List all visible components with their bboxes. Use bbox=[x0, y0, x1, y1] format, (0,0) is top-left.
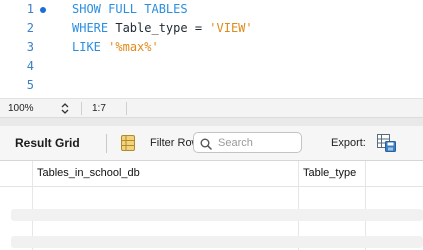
code-line-1[interactable]: SHOW FULL TABLES bbox=[72, 0, 188, 19]
panel-splitter[interactable] bbox=[0, 118, 423, 126]
empty-row bbox=[11, 236, 423, 248]
sql-string: '%max%' bbox=[108, 40, 159, 54]
zoom-stepper-icon[interactable] bbox=[60, 102, 70, 115]
sql-editor[interactable]: 1 2 3 4 5 SHOW FULL TABLES WHERE Table_t… bbox=[0, 0, 423, 98]
editor-status-bar: 100% 1:7 bbox=[0, 98, 423, 118]
column-header-tables[interactable]: Tables_in_school_db bbox=[37, 167, 140, 179]
result-toolbar: Result Grid Filter Rows: Export: bbox=[0, 126, 423, 161]
result-grid-tab[interactable]: Result Grid bbox=[15, 136, 80, 150]
filter-grid-icon bbox=[121, 135, 135, 151]
cursor-position: 1:7 bbox=[92, 103, 106, 114]
sql-keyword: SHOW FULL TABLES bbox=[72, 2, 188, 16]
execution-marker-icon bbox=[40, 7, 46, 13]
search-input[interactable] bbox=[218, 135, 298, 150]
sql-keyword: LIKE bbox=[72, 40, 101, 54]
column-header-table-type[interactable]: Table_type bbox=[303, 167, 356, 179]
code-line-2[interactable]: WHERE Table_type = 'VIEW' bbox=[72, 19, 253, 38]
line-gutter: 1 2 3 4 5 bbox=[0, 0, 66, 98]
status-divider bbox=[126, 102, 127, 115]
sql-string: 'VIEW' bbox=[209, 21, 253, 35]
sql-text: Table_type = bbox=[108, 21, 210, 35]
line-number: 1 bbox=[26, 2, 34, 16]
grid-header-row: Tables_in_school_db Table_type bbox=[0, 161, 423, 187]
filter-search-box[interactable] bbox=[193, 132, 302, 153]
empty-row bbox=[11, 209, 423, 221]
status-divider bbox=[81, 102, 82, 115]
toolbar-divider bbox=[106, 134, 107, 153]
export-label: Export: bbox=[331, 137, 366, 149]
line-number: 3 bbox=[26, 40, 34, 54]
export-icon[interactable] bbox=[377, 134, 396, 152]
code-line-3[interactable]: LIKE '%max%' bbox=[72, 38, 159, 57]
zoom-level: 100% bbox=[8, 103, 34, 114]
line-number: 5 bbox=[26, 78, 34, 92]
sql-keyword: WHERE bbox=[72, 21, 109, 35]
result-grid[interactable]: Tables_in_school_db Table_type bbox=[0, 161, 423, 250]
search-icon bbox=[200, 137, 212, 150]
line-number: 2 bbox=[26, 21, 34, 35]
line-number: 4 bbox=[26, 59, 34, 73]
